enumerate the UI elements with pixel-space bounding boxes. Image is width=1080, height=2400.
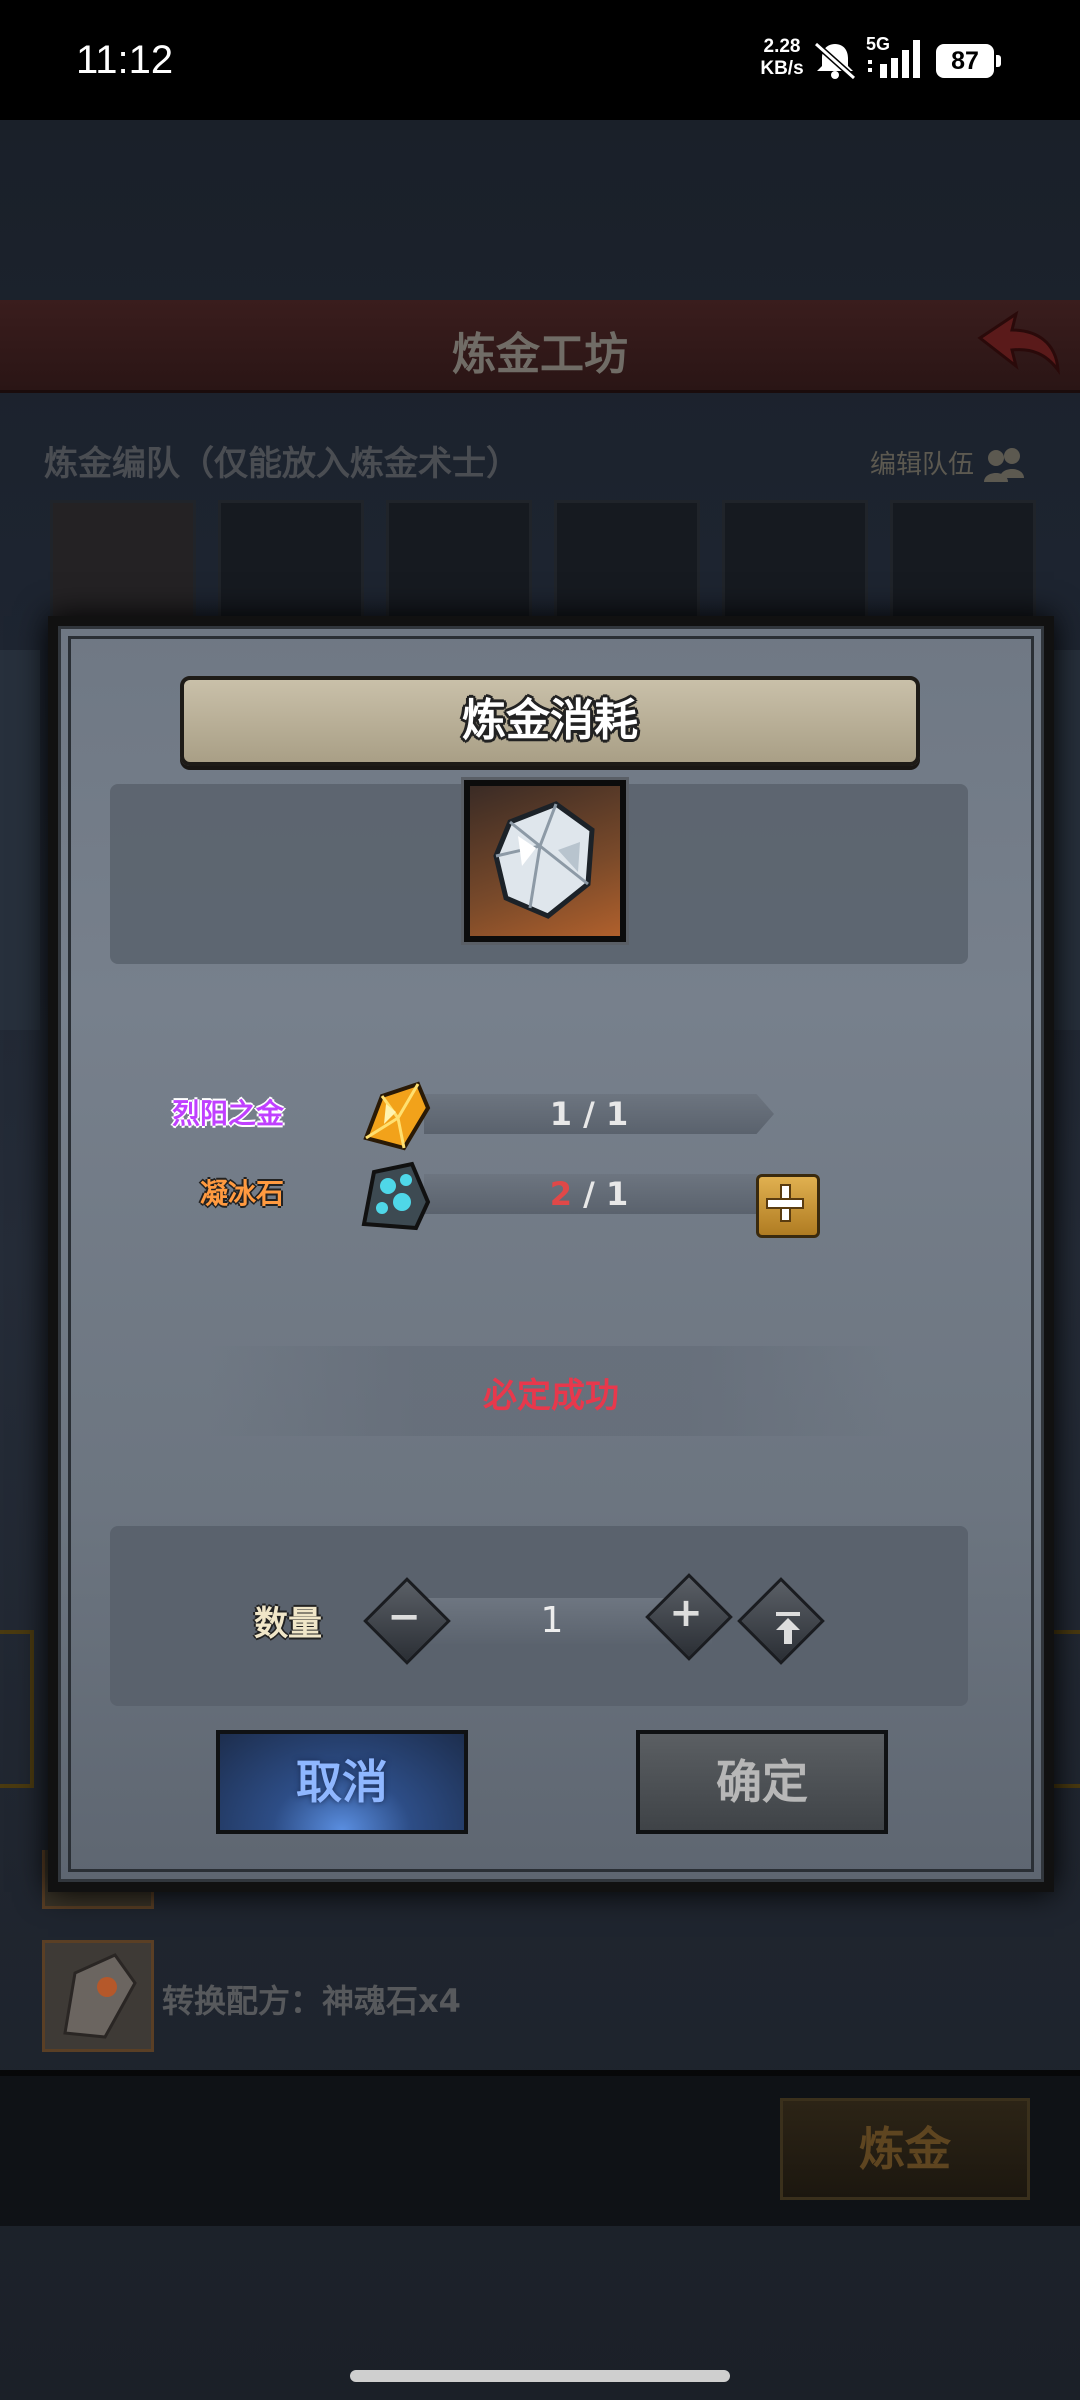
network-speed-value: 2.28 [763,36,801,57]
quantity-label: 数量 [254,1604,322,1644]
alchemy-cost-dialog: 炼金消耗 烈阳之金 1 / 1 凝冰石 2 / 1 必定成功 数量 1 − + … [48,616,1054,1892]
count-separator: / [583,1175,606,1213]
material-row: 凝冰石 2 / 1 [58,1158,1044,1231]
workshop-title: 炼金工坊 [452,329,628,380]
material-have: 1 [549,1095,573,1133]
team-slot[interactable] [386,500,532,626]
recipe-text: 转换配方：神魂石x4 [162,1982,461,2020]
team-slot[interactable] [890,500,1036,626]
home-gesture-bar[interactable] [350,2370,730,2382]
alchemy-team-label: 炼金编队（仅能放入炼金术士） [44,444,520,484]
cancel-label: 取消 [296,1755,388,1809]
back-arrow-icon[interactable] [972,308,1062,378]
team-slot[interactable] [554,500,700,626]
material-count: 1 / 1 [424,1094,754,1134]
ice-crystal-icon [493,801,595,919]
confirm-label: 确定 [716,1755,808,1809]
material-name: 烈阳之金 [171,1097,284,1130]
signal-icon: 5G [866,34,924,82]
alchemy-button[interactable]: 炼金 [780,2098,1030,2200]
side-tab[interactable] [1050,1630,1080,1788]
network-speed: 2.28 KB/s [752,36,812,80]
material-row: 烈阳之金 1 / 1 [58,1078,1044,1151]
confirm-button[interactable]: 确定 [636,1730,888,1834]
material-name: 凝冰石 [199,1177,284,1210]
battery-icon: 87 [936,44,1001,78]
count-separator: / [583,1095,606,1133]
material-need: 1 [605,1095,629,1133]
sun-gold-icon[interactable] [358,1078,434,1154]
edit-team-button[interactable]: 编辑队伍 [870,444,1028,486]
frost-stone-icon[interactable] [358,1158,434,1234]
dialog-title: 炼金消耗 [462,695,638,746]
minus-icon: − [387,1594,421,1640]
add-material-button[interactable] [756,1174,820,1238]
edit-team-label: 编辑队伍 [870,450,975,480]
side-tab[interactable] [0,1630,34,1788]
material-have: 2 [549,1175,573,1213]
material-need: 1 [605,1175,629,1213]
cancel-button[interactable]: 取消 [216,1730,468,1834]
status-bar: 11:12 2.28 KB/s 5G 87 [0,0,1080,120]
product-slot[interactable] [464,780,626,942]
success-rate-text: 必定成功 [483,1376,619,1416]
team-icon [984,447,1025,482]
team-slot[interactable] [218,500,364,626]
clock: 11:12 [76,38,174,82]
network-speed-unit: KB/s [760,58,804,79]
material-count: 2 / 1 [424,1174,754,1214]
team-slot[interactable] [50,500,196,626]
max-arrow-icon [776,1612,800,1644]
team-slot[interactable] [722,500,868,626]
dialog-title-plate: 炼金消耗 [180,676,920,766]
plus-icon [766,1184,804,1222]
mute-icon [813,41,857,80]
soul-stone-icon[interactable] [42,1940,154,2052]
background-panel-edge [0,650,40,1030]
plus-icon: + [669,1590,703,1636]
